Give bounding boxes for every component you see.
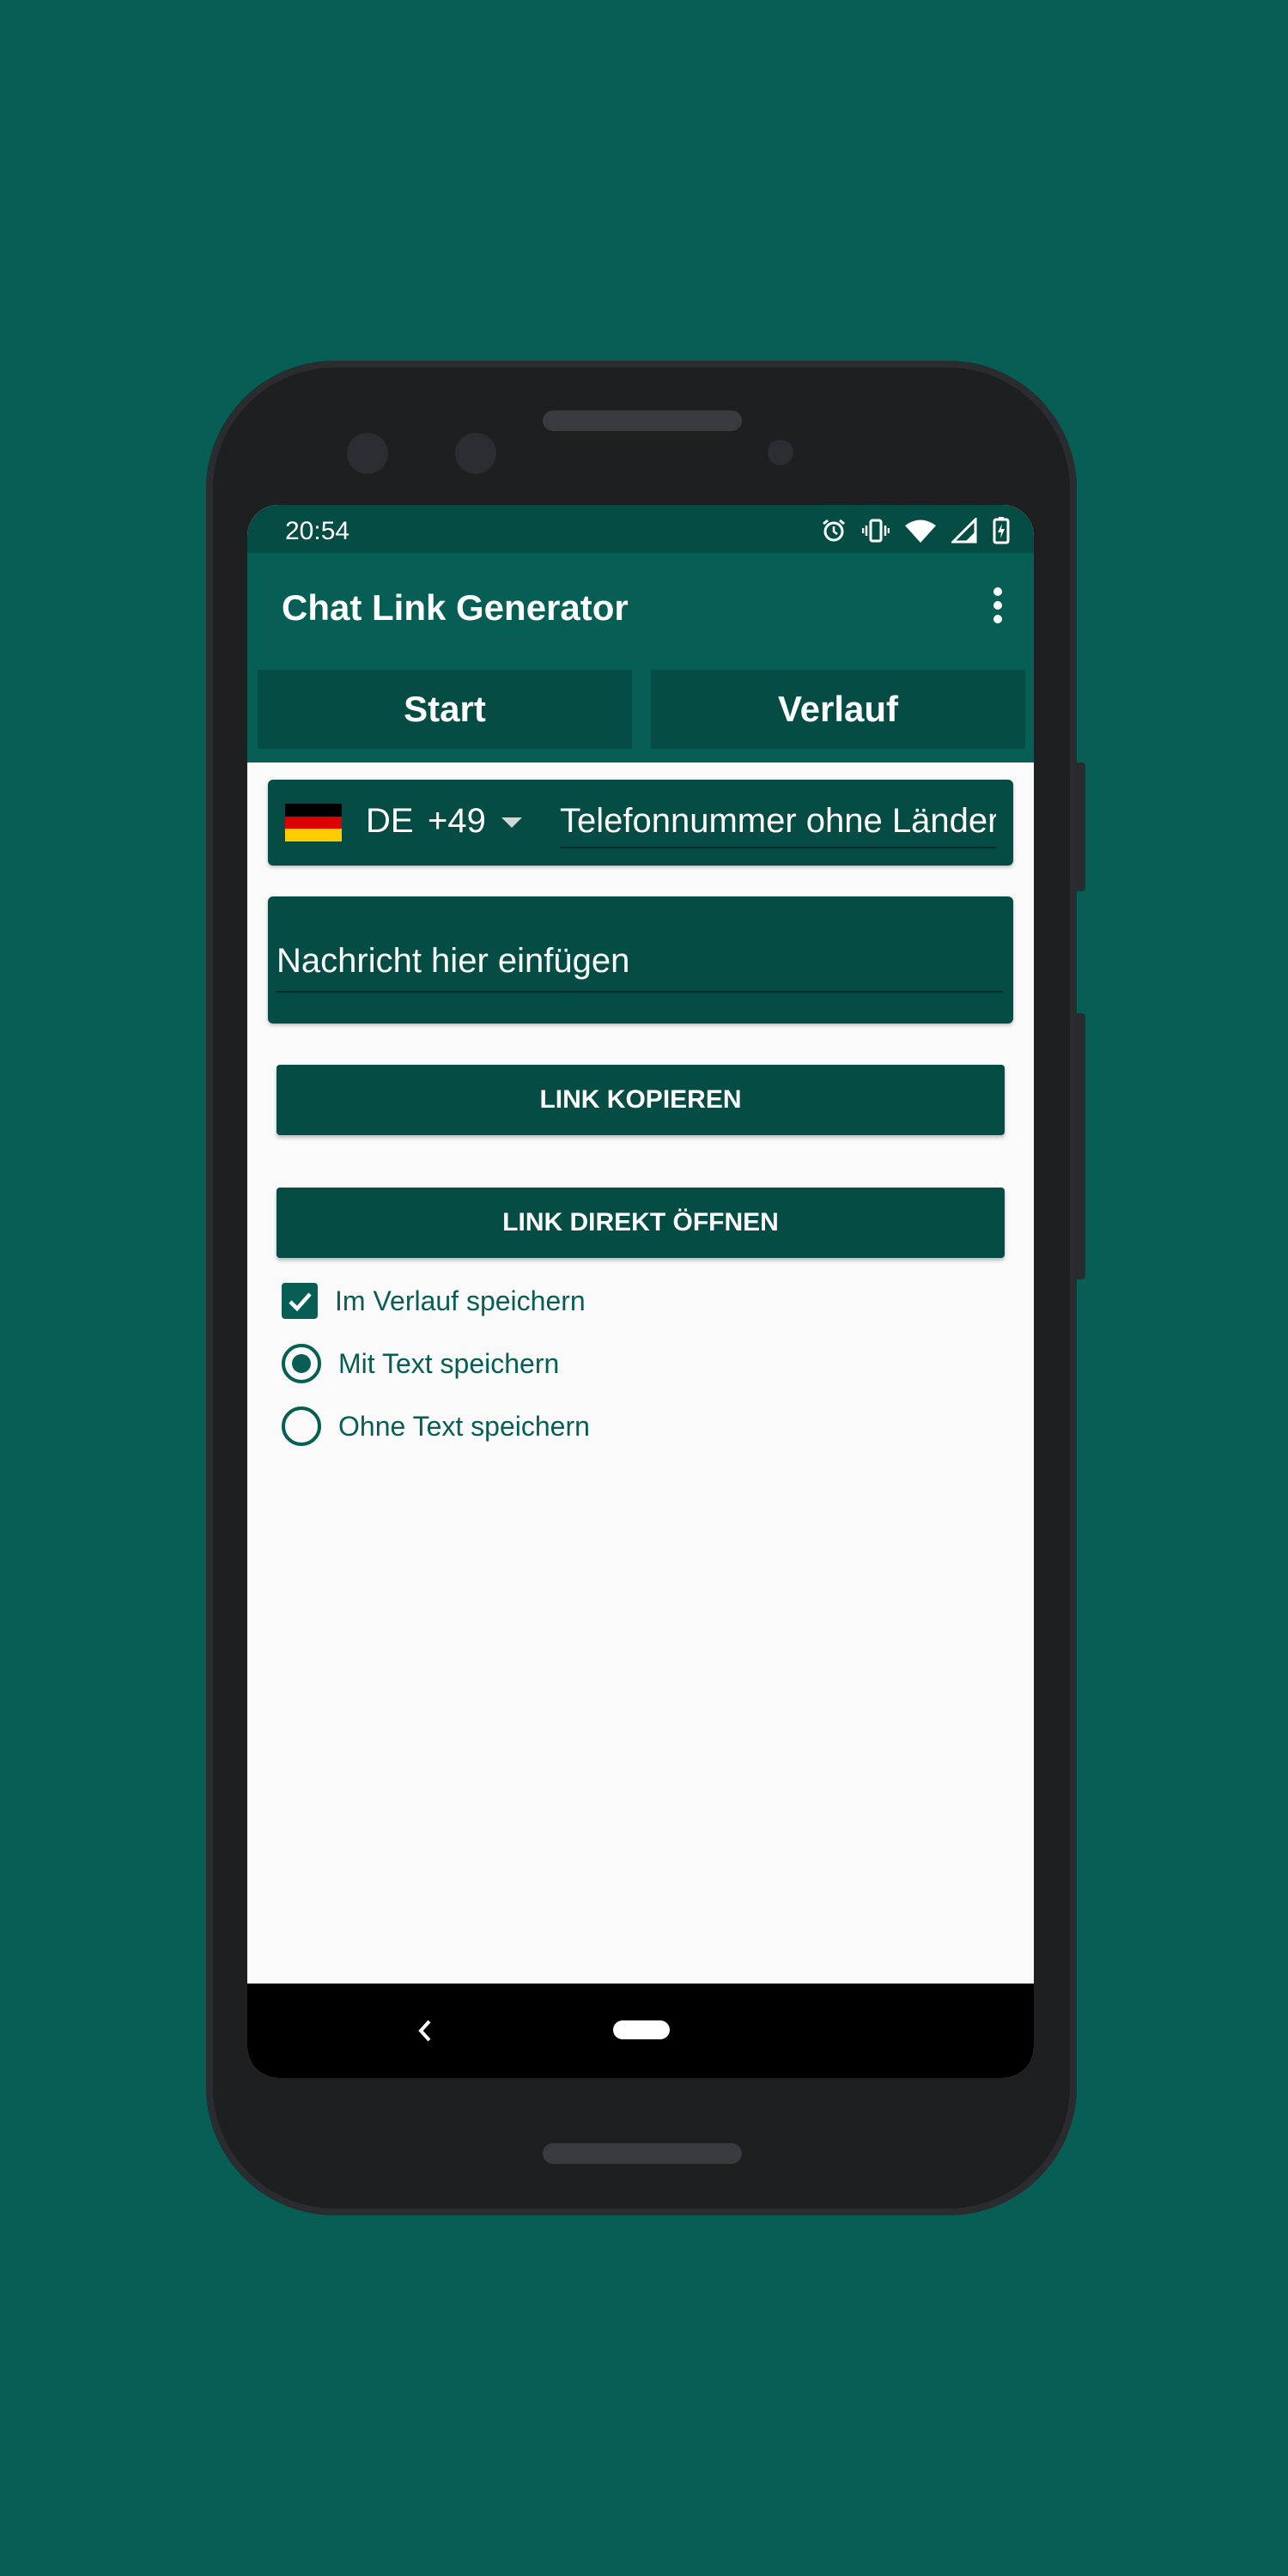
message-input[interactable]	[276, 931, 1003, 993]
radio-selected-dot	[292, 1354, 311, 1373]
battery-charging-icon	[993, 517, 1010, 544]
front-camera	[455, 433, 496, 474]
vibrate-icon	[862, 519, 890, 543]
tab-verlauf[interactable]: Verlauf	[651, 670, 1025, 749]
open-link-button[interactable]: LINK DIREKT ÖFFNEN	[276, 1188, 1005, 1258]
without-text-option[interactable]: Ohne Text speichern	[282, 1405, 590, 1448]
with-text-option[interactable]: Mit Text speichern	[282, 1342, 559, 1385]
front-sensor	[347, 433, 388, 474]
with-text-label: Mit Text speichern	[338, 1347, 560, 1379]
home-pill-icon[interactable]	[613, 2020, 670, 2039]
save-history-option[interactable]: Im Verlauf speichern	[282, 1279, 586, 1322]
app-title: Chat Link Generator	[282, 587, 629, 628]
alarm-icon	[823, 519, 845, 542]
without-text-radio[interactable]	[282, 1406, 321, 1446]
message-box	[268, 896, 1013, 1024]
germany-flag-icon[interactable]	[285, 804, 342, 841]
phone-number-row: DE +49	[268, 780, 1013, 866]
bottom-speaker	[543, 2143, 742, 2164]
app-screen: 20:54 Chat Link Generator Start Verlauf …	[247, 505, 1034, 2078]
power-button	[1075, 762, 1085, 891]
back-icon[interactable]	[412, 2016, 438, 2045]
dropdown-arrow-icon[interactable]	[501, 817, 522, 828]
save-history-checkbox[interactable]	[282, 1283, 318, 1319]
tab-bar: Start Verlauf	[247, 663, 1034, 762]
navigation-bar	[247, 1984, 1034, 2078]
app-bar: Chat Link Generator	[247, 553, 1034, 663]
phone-number-input[interactable]	[560, 795, 996, 848]
save-history-label: Im Verlauf speichern	[335, 1285, 586, 1316]
volume-button	[1075, 1013, 1085, 1279]
proximity-sensor	[768, 440, 793, 465]
dial-code[interactable]: +49	[428, 802, 486, 841]
tab-start[interactable]: Start	[258, 670, 632, 749]
wifi-icon	[905, 519, 936, 543]
status-bar: 20:54	[247, 505, 1034, 553]
status-icons	[821, 517, 1010, 544]
country-code[interactable]: DE	[366, 802, 414, 841]
without-text-label: Ohne Text speichern	[338, 1410, 590, 1442]
copy-link-button[interactable]: LINK KOPIEREN	[276, 1065, 1005, 1135]
with-text-radio[interactable]	[282, 1344, 321, 1383]
status-time: 20:54	[285, 517, 350, 545]
check-icon	[289, 1292, 312, 1312]
more-vert-icon[interactable]	[989, 587, 1006, 630]
signal-icon	[951, 518, 977, 544]
earpiece-speaker	[543, 410, 742, 431]
